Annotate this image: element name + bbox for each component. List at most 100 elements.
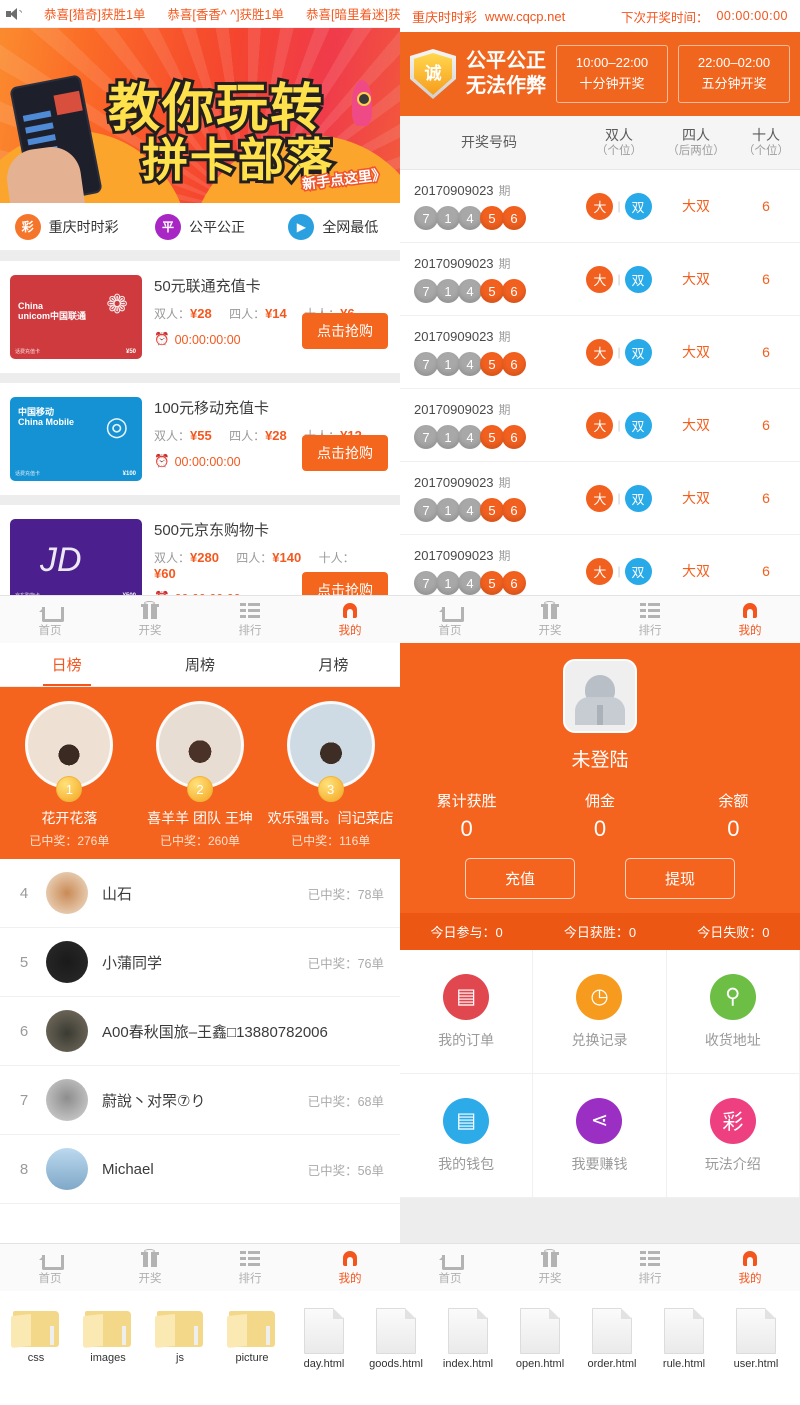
schedule-slot-2[interactable]: 22:00–02:00 五分钟开奖 [678,45,790,103]
tab-my[interactable]: 我的 [700,1244,800,1291]
two-player-result: 大 | 双 [578,411,660,439]
list-item[interactable]: 4 山石 已中奖：78单 [0,859,400,928]
lottery-row[interactable]: 20170909023 期 7 1 4 5 6 大 | 双大双 6 [400,170,800,244]
tab-my[interactable]: 我的 [300,1244,400,1291]
menu-cell-order[interactable]: ▤ 我的订单 [400,950,534,1074]
list-item[interactable]: 7 蔚說丶对罘⑦り 已中奖：68单 [0,1066,400,1135]
podium-entry[interactable]: 2 喜羊羊 团队 王坤 已中奖：260单 [135,701,266,849]
schedule-slot-1[interactable]: 10:00–22:00 十分钟开奖 [556,45,668,103]
four-player-result: 大双 [682,417,710,434]
screenshot-root: 恭喜[猎奇]获胜1单 恭喜[香香^ ^]获胜1单 恭喜[暗里着迷]获胜1单 教你… [0,0,800,1405]
period-number: 20170909023 期 [414,475,511,491]
folder-item[interactable]: picture [216,1308,288,1365]
list-item[interactable]: 5 小蒲同学 已中奖：76单 [0,928,400,997]
product-row[interactable]: JD 京东购物卡 ¥500 500元京东购物卡 双人：¥280 四人：¥140 … [0,505,400,595]
brand-logo-icon: ❁ [106,289,128,319]
file-icon [736,1308,776,1354]
tab-ranking[interactable]: 排行 [600,1244,700,1291]
feature-item-lottery[interactable]: 彩 重庆时时彩 [0,213,133,240]
product-row[interactable]: ◎ 中国移动 China Mobile 话费充值卡 ¥100 100元移动充值卡 … [0,383,400,495]
panel-filler [400,1198,800,1243]
hero-banner[interactable]: 教你玩转 拼卡部落 新手点这里》 [0,28,400,203]
file-item[interactable]: open.html [504,1308,576,1371]
file-name: rule.html [662,1358,706,1370]
list-item[interactable]: 6 A00春秋国旅–王鑫□13880782006 [0,997,400,1066]
marquee-item: 恭喜[猎奇]获胜1单 [44,8,146,22]
podium-entry[interactable]: 1 花开花落 已中奖：276单 [4,701,135,849]
fair-bar: 诚 公平公正 无法作弊 10:00–22:00 十分钟开奖 22:00–02:00 五… [400,32,800,116]
home-icon [439,599,464,622]
file-explorer: css images js picture day.html goods.html inde… [0,1300,800,1405]
ranking-tab-weekly[interactable]: 周榜 [133,643,266,686]
avatar [46,1010,88,1052]
menu-cell-clock[interactable]: ◷ 兑换记录 [533,950,667,1074]
tab-home[interactable]: 首页 [0,1244,100,1291]
lottery-row[interactable]: 20170909023 期 7 1 4 5 6 大 | 双大双 6 [400,243,800,317]
menu-cell-share[interactable]: ⋖ 我要赚钱 [533,1074,667,1198]
lottery-ball: 6 [502,279,526,304]
tab-my[interactable]: 我的 [700,596,800,643]
tab-ranking[interactable]: 排行 [600,596,700,643]
lottery-draw: 20170909023 期 7 1 4 5 6 [400,255,578,304]
recharge-button[interactable]: 充值 [465,858,575,899]
lottery-row[interactable]: 20170909023 期 7 1 4 5 6 大 | 双大双 6 [400,389,800,463]
tab-lottery[interactable]: 开奖 [500,1244,600,1291]
menu-cell-location[interactable]: ⚲ 收货地址 [666,950,800,1074]
ranking-tab-monthly[interactable]: 月榜 [267,643,400,686]
tab-lottery[interactable]: 开奖 [100,596,200,643]
buy-button[interactable]: 点击抢购 [302,572,388,595]
share-icon: ⋖ [576,1097,623,1144]
lottery-row[interactable]: 20170909023 期 7 1 4 5 6 大 | 双大双 6 [400,462,800,536]
folder-item[interactable]: js [144,1308,216,1365]
feature-item-lowest[interactable]: ▶ 全网最低 [267,213,400,240]
tab-home[interactable]: 首页 [400,596,500,643]
withdraw-button[interactable]: 提现 [625,858,735,899]
tab-ranking[interactable]: 排行 [200,596,300,643]
lottery-row[interactable]: 20170909023 期 7 1 4 5 6 大 | 双大双 6 [400,316,800,390]
avatar [46,872,88,914]
feature-item-fair[interactable]: 平 公平公正 [133,213,266,240]
person-avatar-icon[interactable] [563,659,637,733]
file-item[interactable]: order.html [576,1308,648,1371]
menu-cell-wallet[interactable]: ▤ 我的钱包 [400,1074,534,1198]
podium-wins: 已中奖：276单 [29,834,110,848]
avatar [46,1148,88,1190]
file-item[interactable]: day.html [288,1308,360,1371]
marquee-bar: 恭喜[猎奇]获胜1单 恭喜[香香^ ^]获胜1单 恭喜[暗里着迷]获胜1单 [0,0,400,28]
today-win: 今日获胜：0 [563,925,637,940]
lottery-row[interactable]: 20170909023 期 7 1 4 5 6 大 | 双大双 6 [400,535,800,595]
lottery-ball: 7 [414,571,438,595]
list-icon [240,602,260,619]
lottery-ball: 5 [480,206,504,231]
period-number: 20170909023 期 [414,548,511,564]
menu-label: 我要赚钱 [571,1155,628,1172]
tab-home[interactable]: 首页 [0,596,100,643]
four-player-result: 大双 [682,563,710,580]
tab-ranking[interactable]: 排行 [200,1244,300,1291]
divider [0,251,400,261]
file-name: index.html [442,1358,494,1370]
file-item[interactable]: rule.html [648,1308,720,1371]
result-badge-big: 大 [586,265,614,293]
ranking-tab-daily[interactable]: 日榜 [0,643,133,686]
folder-item[interactable]: images [72,1308,144,1365]
tab-lottery[interactable]: 开奖 [500,596,600,643]
folder-item[interactable]: css [0,1308,72,1365]
tab-label: 我的 [338,1272,362,1285]
medal-badge: 2 [187,776,213,802]
tab-home[interactable]: 首页 [400,1244,500,1291]
podium-entry[interactable]: 3 欢乐强哥。闫记菜店 已中奖：116单 [265,701,396,849]
product-row[interactable]: ❁ China unicom中国联通 话费充值卡 ¥50 50元联通充值卡 双人：… [0,261,400,373]
list-item[interactable]: 8 Michael 已中奖：56单 [0,1135,400,1204]
tab-my[interactable]: 我的 [300,596,400,643]
tab-lottery[interactable]: 开奖 [100,1244,200,1291]
file-item[interactable]: goods.html [360,1308,432,1371]
buy-button[interactable]: 点击抢购 [302,313,388,349]
file-item[interactable]: index.html [432,1308,504,1371]
ten-player-result: 6 [762,563,770,580]
file-item[interactable]: user.html [720,1308,792,1371]
buy-button[interactable]: 点击抢购 [302,435,388,471]
menu-cell-lottery[interactable]: 彩玩法介绍 [666,1074,800,1198]
brand-text: China unicom中国联通 [18,301,87,322]
lottery-balls: 71456 [414,498,578,523]
